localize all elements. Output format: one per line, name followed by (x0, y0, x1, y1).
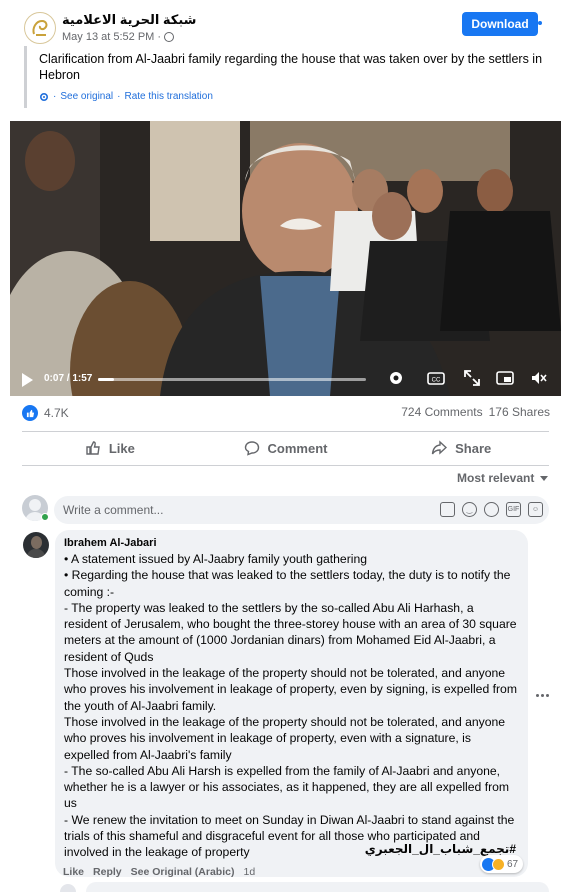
comment-like-button[interactable]: Like (63, 866, 84, 878)
reply-avatar[interactable] (60, 884, 76, 892)
composer-tools: ‿ GIF ☺ (440, 502, 543, 517)
captions-icon[interactable]: CC (427, 369, 445, 387)
thumbs-up-icon (86, 441, 100, 455)
video-frame (10, 121, 561, 396)
comment-icon (244, 441, 259, 456)
like-label: Like (108, 440, 135, 456)
like-button[interactable]: Like (22, 433, 198, 463)
divider (22, 431, 549, 432)
comments-count[interactable]: 724 Comments (401, 405, 482, 419)
post-time[interactable]: May 13 at 5:52 PM (62, 31, 154, 43)
post-translated-text: Clarification from Al-Jaabri family rega… (39, 52, 543, 82)
comment-reply-button[interactable]: Reply (93, 866, 122, 878)
globe-icon (164, 32, 174, 42)
settings-icon[interactable] (387, 369, 405, 387)
reply-bubble (86, 882, 549, 892)
avatar-sticker-icon[interactable] (440, 502, 455, 517)
volume-muted-icon[interactable] (530, 369, 548, 387)
emoji-icon[interactable]: ‿ (462, 502, 477, 517)
post-actions: Like Comment Share (22, 433, 549, 463)
comment-input[interactable]: Write a comment... ‿ GIF ☺ (54, 496, 549, 524)
online-status-dot (41, 513, 49, 521)
comment-actions: Like Reply See Original (Arabic) 1d (63, 866, 255, 878)
translation-block: Clarification from Al-Jaabri family rega… (24, 46, 544, 108)
shares-count[interactable]: 176 Shares (489, 405, 550, 419)
reaction-count[interactable]: 4.7K (44, 406, 69, 420)
rate-translation-link[interactable]: Rate this translation (125, 91, 213, 102)
post-stats: 724 Comments 176 Shares (401, 405, 550, 419)
camera-icon[interactable] (484, 502, 499, 517)
more-dot-icon[interactable] (538, 21, 542, 25)
comment-bubble: Ibrahem Al-Jabari • A statement issued b… (55, 530, 528, 877)
see-original-link[interactable]: See original (60, 91, 113, 102)
comment-reactions[interactable]: 67 (480, 855, 524, 873)
play-icon[interactable] (22, 373, 33, 387)
comment-see-original-button[interactable]: See Original (Arabic) (131, 866, 235, 878)
reactions-summary: 4.7K 724 Comments 176 Shares (22, 402, 550, 424)
post-meta: May 13 at 5:52 PM · (62, 31, 174, 43)
comment-age[interactable]: 1d (243, 866, 255, 878)
divider (22, 465, 549, 466)
comment-author[interactable]: Ibrahem Al-Jabari (64, 536, 519, 550)
gif-icon[interactable]: GIF (506, 502, 521, 517)
share-icon (431, 440, 448, 455)
page-name[interactable]: شبكة الحرية الاعلامية (62, 12, 196, 28)
video-progress-bar[interactable] (98, 378, 366, 381)
svg-text:CC: CC (432, 378, 441, 384)
video-progress-fill (98, 378, 115, 381)
page-avatar[interactable] (24, 12, 56, 44)
comment-button[interactable]: Comment (198, 433, 374, 463)
comment-placeholder: Write a comment... (63, 503, 164, 517)
sticker-icon[interactable]: ☺ (528, 502, 543, 517)
commenter-avatar[interactable] (23, 532, 49, 558)
gear-icon (39, 92, 49, 101)
like-reaction-icon[interactable] (22, 405, 38, 421)
video-time: 0:07 / 1:57 (44, 373, 93, 384)
download-button[interactable]: Download (462, 12, 538, 36)
picture-in-picture-icon[interactable] (496, 369, 514, 387)
thumbs-up-icon (26, 409, 34, 417)
share-button[interactable]: Share (373, 433, 549, 463)
video-player[interactable]: 0:07 / 1:57 CC (10, 121, 561, 396)
comment-text: • A statement issued by Al-Jaabry family… (64, 552, 517, 860)
page-logo-icon (32, 19, 48, 36)
sort-label: Most relevant (457, 471, 535, 485)
comment-reaction-count: 67 (507, 858, 519, 870)
share-label: Share (455, 440, 492, 456)
post-header: شبكة الحرية الاعلامية May 13 at 5:52 PM … (0, 0, 581, 120)
comment-label: Comment (267, 440, 328, 456)
comment-options-icon[interactable] (536, 694, 549, 697)
translation-links: · See original · Rate this translation (39, 91, 213, 102)
sort-dropdown[interactable]: Most relevant (457, 471, 549, 485)
chevron-down-icon (540, 475, 549, 481)
comment-hashtag[interactable]: #تجمع_شباب_ال_الجعبري (365, 842, 516, 856)
haha-reaction-icon (492, 857, 505, 871)
fullscreen-icon[interactable] (463, 369, 481, 387)
